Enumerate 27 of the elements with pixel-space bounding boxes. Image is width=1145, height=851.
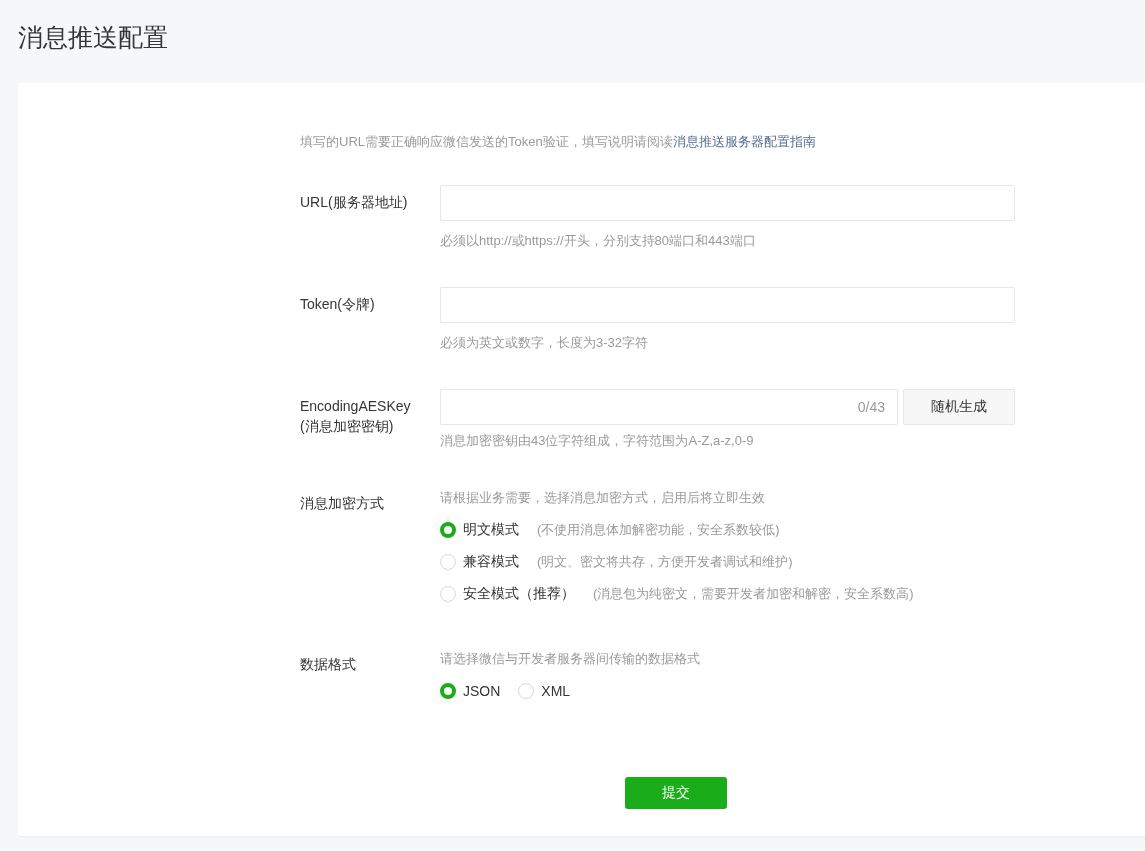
char-counter: 0/43 [857, 399, 885, 415]
section-description: 请根据业务需要，选择消息加密方式，启用后将立即生效 [440, 489, 766, 507]
field-hint: 必须以http://或https://开头，分别支持80端口和443端口 [440, 232, 757, 250]
field-label: Token(令牌) [300, 295, 376, 314]
field-label: URL(服务器地址) [300, 193, 409, 212]
field-label: 数据格式 [300, 655, 357, 674]
section-description: 请选择微信与开发者服务器间传输的数据格式 [440, 650, 701, 668]
guide-link[interactable]: 消息推送服务器配置指南 [672, 134, 816, 149]
text-input[interactable] [440, 287, 1015, 323]
intro-text: 填写的URL需要正确响应微信发送的Token验证，填写说明请阅读消息推送服务器配置指南 [300, 133, 817, 151]
option-label[interactable]: JSON [463, 683, 501, 699]
option-note: (消息包为纯密文，需要开发者加密和解密，安全系数高) [593, 585, 914, 603]
option-label[interactable]: 安全模式（推荐） [463, 585, 575, 603]
text-input[interactable] [440, 185, 1015, 221]
field-label: EncodingAESKey (消息加密密钥) [300, 397, 412, 436]
radio-button[interactable] [440, 683, 456, 699]
radio-button[interactable] [440, 522, 456, 538]
field-hint: 消息加密密钥由43位字符组成，字符范围为A-Z,a-z,0-9 [440, 432, 755, 450]
option-label[interactable]: XML [541, 683, 571, 699]
field-label: 消息加密方式 [300, 494, 385, 513]
option-label[interactable]: 明文模式 [463, 521, 519, 539]
option-note: (明文、密文将共存，方便开发者调试和维护) [537, 553, 793, 571]
option-note: (不使用消息体加解密功能，安全系数较低) [537, 521, 780, 539]
page-title: 消息推送配置 [17, 22, 169, 53]
option-label[interactable]: 兼容模式 [463, 553, 519, 571]
field-hint: 必须为英文或数字，长度为3-32字符 [440, 334, 650, 352]
generate-button[interactable]: 随机生成 [903, 389, 1015, 425]
